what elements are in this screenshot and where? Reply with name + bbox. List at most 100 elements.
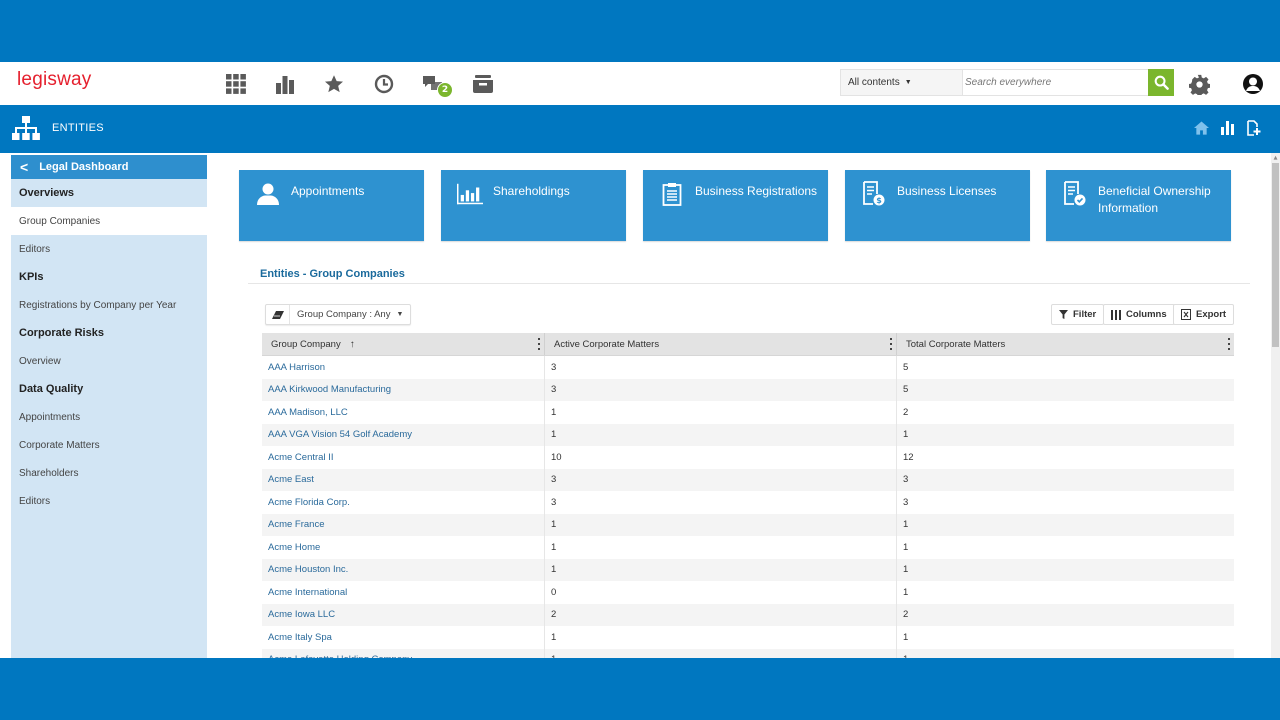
- columns-button[interactable]: Columns: [1103, 304, 1175, 325]
- tile-label: Shareholdings: [493, 184, 570, 198]
- sidebar-item-editors[interactable]: Editors: [11, 235, 207, 263]
- cell-total-corporate-matters: 2: [903, 609, 909, 621]
- person-icon: [255, 181, 281, 207]
- tile-label: Business Registrations: [695, 184, 818, 198]
- search-scope-select[interactable]: All contents ▼: [841, 70, 963, 95]
- legisway-logo[interactable]: legisway: [17, 69, 91, 91]
- cell-total-corporate-matters: 5: [903, 361, 909, 373]
- cell-group-company[interactable]: Acme Italy Spa: [262, 626, 545, 649]
- table-header: Group Company ↑ Active Corporate Matters…: [262, 333, 1234, 356]
- clock-icon[interactable]: [372, 72, 396, 96]
- group-company-filter-select[interactable]: Group Company : Any ▼: [290, 309, 410, 320]
- table-row[interactable]: Acme Lafayette Holding Company11: [262, 648, 1234, 658]
- table-row[interactable]: Acme East 3 3: [262, 468, 1234, 491]
- tile-appointments[interactable]: Appointments: [239, 170, 424, 241]
- top-frame-band: [0, 0, 1280, 62]
- table-row[interactable]: Acme Central II 10 12: [262, 446, 1234, 469]
- home-icon[interactable]: [1194, 120, 1209, 139]
- scrollbar-thumb[interactable]: [1272, 163, 1279, 347]
- sidebar-item-corporate-matters[interactable]: Corporate Matters: [11, 431, 207, 459]
- page-scrollbar[interactable]: ▲: [1271, 153, 1280, 658]
- table-row[interactable]: AAA VGA Vision 54 Golf Academy 1 1: [262, 423, 1234, 446]
- cell-total-corporate-matters: 1: [903, 586, 909, 598]
- cell-total-corporate-matters: 3: [903, 474, 909, 486]
- sidebar-item-overview[interactable]: Overview: [11, 347, 207, 375]
- stats-chart-icon[interactable]: [1221, 120, 1234, 139]
- cell-group-company[interactable]: AAA Kirkwood Manufacturing: [262, 378, 545, 401]
- top-header: legisway 2 All contents ▼ Search everywh…: [0, 62, 1280, 105]
- back-label: Legal Dashboard: [39, 161, 129, 173]
- cell-active-corporate-matters: 10: [545, 446, 897, 469]
- cell-active-corporate-matters: 3: [545, 468, 897, 491]
- column-header-group-company[interactable]: Group Company ↑: [262, 333, 545, 355]
- back-to-legal-dashboard[interactable]: < Legal Dashboard: [11, 155, 207, 179]
- cell-group-company[interactable]: Acme International: [262, 581, 545, 604]
- settings-gear-icon[interactable]: [1187, 72, 1211, 96]
- sidebar-item-appointments[interactable]: Appointments: [11, 403, 207, 431]
- tile-shareholdings[interactable]: Shareholdings: [441, 170, 626, 241]
- tile-business-registrations[interactable]: Business Registrations: [643, 170, 828, 241]
- clear-filter-eraser-icon[interactable]: [266, 305, 290, 324]
- table-row[interactable]: Acme Houston Inc. 1 1: [262, 558, 1234, 581]
- cell-active-corporate-matters: 0: [545, 581, 897, 604]
- sidebar-item-group-companies[interactable]: Group Companies: [11, 207, 207, 235]
- cell-group-company[interactable]: AAA Madison, LLC: [262, 401, 545, 424]
- table-row[interactable]: Acme Italy Spa 1 1: [262, 626, 1234, 649]
- export-button[interactable]: Export: [1173, 304, 1235, 325]
- column-label: Active Corporate Matters: [554, 338, 660, 350]
- caret-down-icon: ▼: [396, 311, 404, 318]
- cell-group-company[interactable]: Acme Home: [262, 536, 545, 559]
- cell-total-corporate-matters: 2: [903, 406, 909, 418]
- column-menu-icon[interactable]: [888, 338, 894, 350]
- cell-total-corporate-matters: 1: [903, 519, 909, 531]
- cell-group-company[interactable]: AAA Harrison: [262, 356, 545, 379]
- apps-grid-icon[interactable]: [224, 72, 248, 96]
- star-icon[interactable]: [322, 72, 346, 96]
- sidebar-item-registrations-by-company[interactable]: Registrations by Company per Year: [11, 291, 207, 319]
- cell-group-company[interactable]: AAA VGA Vision 54 Golf Academy: [262, 423, 545, 446]
- column-menu-icon[interactable]: [1226, 338, 1232, 350]
- cell-active-corporate-matters: 1: [545, 401, 897, 424]
- table-row[interactable]: AAA Kirkwood Manufacturing 3 5: [262, 378, 1234, 401]
- org-chart-icon: [12, 116, 40, 146]
- caret-down-icon: ▼: [904, 79, 912, 86]
- columns-icon: [1111, 309, 1121, 320]
- search-button[interactable]: [1148, 69, 1174, 96]
- cell-active-corporate-matters: 1: [545, 648, 897, 658]
- table-row[interactable]: Acme Iowa LLC 2 2: [262, 603, 1234, 626]
- table-row[interactable]: AAA Harrison 3 5: [262, 356, 1234, 379]
- column-header-active-corporate-matters[interactable]: Active Corporate Matters: [545, 333, 897, 355]
- cell-active-corporate-matters: 3: [545, 378, 897, 401]
- cell-group-company[interactable]: Acme Houston Inc.: [262, 558, 545, 581]
- cell-group-company[interactable]: Acme Central II: [262, 446, 545, 469]
- search-input[interactable]: [963, 70, 1148, 95]
- tile-business-licenses[interactable]: $ Business Licenses: [845, 170, 1030, 241]
- table-row[interactable]: AAA Madison, LLC 1 2: [262, 401, 1234, 424]
- archive-icon[interactable]: [471, 72, 495, 96]
- sidebar-item-editors-dq[interactable]: Editors: [11, 487, 207, 515]
- add-document-icon[interactable]: [1246, 120, 1261, 140]
- table-row[interactable]: Acme Home 1 1: [262, 536, 1234, 559]
- scroll-up-arrow-icon[interactable]: ▲: [1271, 153, 1280, 162]
- sidebar-item-shareholders[interactable]: Shareholders: [11, 459, 207, 487]
- cell-total-corporate-matters: 1: [903, 429, 909, 441]
- tile-beneficial-ownership[interactable]: Beneficial Ownership Information: [1046, 170, 1231, 241]
- table-row[interactable]: Acme International 0 1: [262, 581, 1234, 604]
- bar-chart-icon[interactable]: [273, 72, 297, 96]
- table-row[interactable]: Acme France 1 1: [262, 513, 1234, 536]
- column-menu-icon[interactable]: [536, 338, 542, 350]
- user-avatar-icon[interactable]: [1241, 72, 1265, 96]
- table-row[interactable]: Acme Florida Corp. 3 3: [262, 491, 1234, 514]
- cell-total-corporate-matters: 1: [903, 541, 909, 553]
- search-scope-label: All contents: [848, 77, 900, 88]
- cell-group-company[interactable]: Acme Lafayette Holding Company: [262, 648, 545, 658]
- tile-label: Business Licenses: [897, 184, 997, 198]
- cell-group-company[interactable]: Acme East: [262, 468, 545, 491]
- column-header-total-corporate-matters[interactable]: Total Corporate Matters: [897, 333, 1234, 355]
- cell-group-company[interactable]: Acme France: [262, 513, 545, 536]
- cell-group-company[interactable]: Acme Florida Corp.: [262, 491, 545, 514]
- chevron-left-icon: <: [20, 159, 29, 175]
- cell-group-company[interactable]: Acme Iowa LLC: [262, 603, 545, 626]
- bar-chart-icon: [457, 181, 483, 207]
- filter-button[interactable]: Filter: [1051, 304, 1105, 325]
